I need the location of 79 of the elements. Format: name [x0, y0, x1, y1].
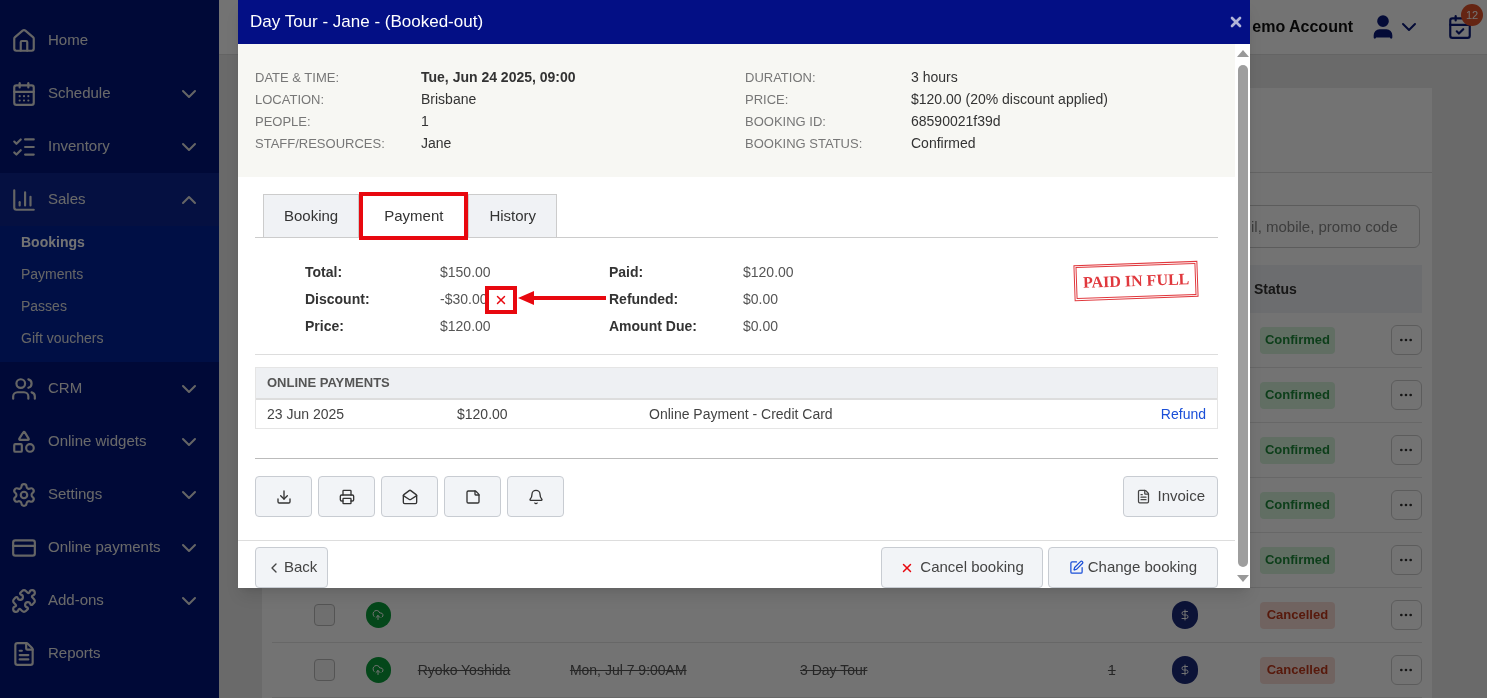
- status-badge: Confirmed: [1260, 381, 1335, 409]
- summary-label: Price:: [305, 317, 345, 336]
- sidebar-label: Add-ons: [48, 590, 105, 611]
- sidebar-item[interactable]: Schedule: [0, 67, 219, 120]
- status-badge: Confirmed: [1260, 436, 1335, 464]
- detail-label: BOOKING ID:: [745, 112, 827, 131]
- detail-label: PEOPLE:: [255, 112, 312, 131]
- dialog-title: Day Tour - Jane - (Booked-out): [250, 11, 484, 34]
- tour-name: 3 Day Tour: [800, 661, 868, 678]
- sidebar-label: Inventory: [48, 136, 111, 157]
- sidebar-item[interactable]: Add-ons: [0, 574, 219, 627]
- detail-value: Jane: [421, 134, 452, 153]
- sidebar-label: Schedule: [48, 83, 112, 104]
- status-badge: Cancelled: [1260, 656, 1335, 684]
- summary-label: Paid:: [609, 263, 645, 282]
- invoice-button[interactable]: Invoice: [1123, 476, 1218, 517]
- detail-label: DURATION:: [745, 68, 817, 87]
- column-header: Status: [1254, 279, 1297, 299]
- notification-badge: 12: [1461, 4, 1483, 26]
- sidebar-label: CRM: [48, 378, 84, 399]
- status-badge: Cancelled: [1260, 601, 1335, 629]
- sidebar-subitem[interactable]: Passes: [0, 290, 219, 322]
- sidebar-item[interactable]: Online widgets: [0, 415, 219, 468]
- summary-value: $0.00: [743, 290, 779, 309]
- section-title: ONLINE PAYMENTS: [267, 374, 390, 393]
- detail-value: $120.00 (20% discount applied): [911, 90, 1108, 109]
- sidebar-label: Sales: [48, 189, 87, 210]
- detail-value: Brisbane: [421, 90, 477, 109]
- summary-label: Amount Due:: [609, 317, 698, 336]
- sidebar-subitem[interactable]: Gift vouchers: [0, 322, 219, 354]
- detail-value: Tue, Jun 24 2025, 09:00: [421, 68, 576, 87]
- tab[interactable]: Booking: [263, 194, 360, 238]
- detail-label: DATE & TIME:: [255, 68, 341, 87]
- detail-value: 68590021f39d: [911, 112, 1001, 131]
- sidebar-label: Reports: [48, 643, 102, 664]
- sidebar-item[interactable]: Reports: [0, 627, 219, 680]
- summary-label: Total:: [305, 263, 344, 282]
- detail-value: Confirmed: [911, 134, 976, 153]
- tab[interactable]: History: [468, 194, 558, 238]
- sidebar-item[interactable]: Sales: [0, 173, 219, 226]
- summary-label: Refunded:: [609, 290, 680, 309]
- sidebar-label: Home: [48, 30, 89, 51]
- summary-value: $150.00: [440, 263, 491, 282]
- detail-value: 3 hours: [911, 68, 958, 87]
- summary-value: $0.00: [743, 317, 779, 336]
- table-cell-text: $120.00: [457, 404, 509, 424]
- detail-label: PRICE:: [745, 90, 790, 109]
- detail-label: STAFF/RESOURCES:: [255, 134, 386, 153]
- account-name: emo Account: [1252, 17, 1353, 37]
- detail-label: BOOKING STATUS:: [745, 134, 864, 153]
- cancel-booking-button[interactable]: Cancel booking: [881, 547, 1043, 588]
- detail-label: LOCATION:: [255, 90, 326, 109]
- quantity: 1: [1107, 661, 1116, 678]
- sidebar-item[interactable]: Inventory: [0, 120, 219, 173]
- sidebar-label: Online widgets: [48, 431, 148, 452]
- summary-value: $120.00: [440, 317, 491, 336]
- sidebar-item[interactable]: Settings: [0, 468, 219, 521]
- sidebar-item[interactable]: CRM: [0, 362, 219, 415]
- booking-date: Mon, Jul 7 9:00AM: [569, 661, 687, 678]
- status-badge: Confirmed: [1260, 546, 1335, 574]
- summary-label: Discount:: [305, 290, 371, 309]
- paid-stamp: PAID IN FULL: [1073, 260, 1199, 302]
- customer-name: Ryoko Yoshida: [417, 661, 511, 678]
- sidebar-label: Online payments: [48, 537, 162, 558]
- change-booking-button[interactable]: Change booking: [1047, 547, 1218, 588]
- detail-value: 1: [421, 112, 429, 131]
- summary-value: $120.00: [743, 263, 794, 282]
- table-cell-text: 23 Jun 2025: [267, 404, 346, 424]
- refund-link[interactable]: Refund: [1160, 403, 1206, 425]
- status-badge: Confirmed: [1260, 491, 1335, 519]
- sidebar-subitem[interactable]: Payments: [0, 258, 219, 290]
- sidebar-item[interactable]: Online payments: [0, 521, 219, 574]
- status-badge: Confirmed: [1260, 326, 1335, 354]
- sidebar-label: Settings: [48, 484, 104, 505]
- tab[interactable]: Payment: [361, 194, 467, 238]
- sidebar-item[interactable]: Home: [0, 14, 219, 67]
- back-button[interactable]: Back: [255, 547, 329, 588]
- table-cell-text: Online Payment - Credit Card: [649, 404, 834, 424]
- sidebar-subitem[interactable]: Bookings: [0, 226, 219, 258]
